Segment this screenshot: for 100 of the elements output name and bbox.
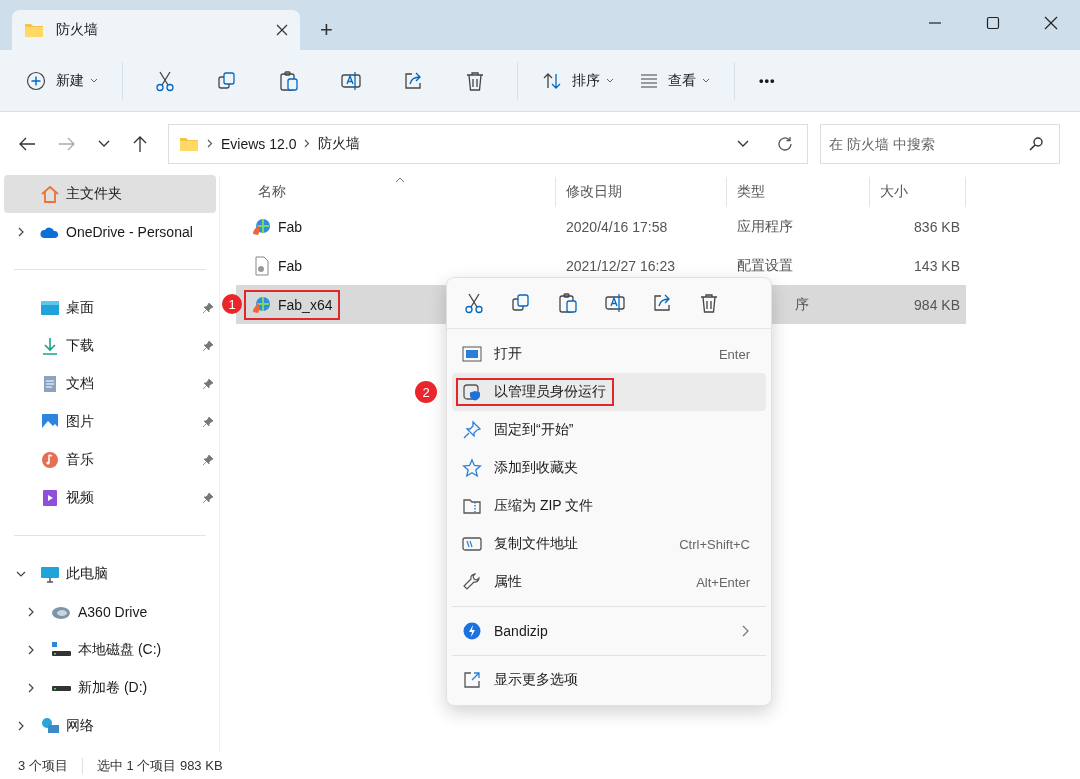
file-row[interactable]: Fab 2020/4/16 17:58 应用程序 836 KB: [236, 207, 966, 246]
menu-item[interactable]: 固定到“开始”: [452, 411, 766, 449]
window-icon: [462, 344, 482, 364]
sidebar-item[interactable]: OneDrive - Personal: [4, 213, 216, 251]
sidebar-item[interactable]: 音乐: [4, 441, 216, 479]
breadcrumb[interactable]: Eviews 12.0: [221, 135, 297, 152]
table-cell-text: 2020/4/16 17:58: [565, 218, 669, 235]
sidebar-item[interactable]: 文档: [4, 365, 216, 403]
tab-title: 防火墙: [56, 21, 99, 39]
sidebar-item[interactable]: 主文件夹: [4, 175, 216, 213]
pin-icon: [462, 420, 482, 440]
copy-icon[interactable]: [510, 292, 532, 314]
chevron-down-icon[interactable]: [98, 139, 110, 148]
menu-label: 复制文件地址: [494, 535, 578, 553]
sidebar-item[interactable]: 桌面: [4, 289, 216, 327]
globe-app-icon: [252, 294, 272, 315]
shortcut-text: Alt+Enter: [696, 574, 750, 590]
menu-label: 显示更多选项: [494, 671, 578, 689]
breadcrumb[interactable]: 防火墙: [318, 134, 361, 153]
search-icon: [1028, 135, 1044, 152]
chevron-down-icon[interactable]: [737, 139, 749, 148]
trash-icon[interactable]: [698, 292, 720, 314]
menu-item[interactable]: 显示更多选项: [452, 661, 766, 699]
wrench-icon: [462, 572, 482, 592]
shortcut-text: Ctrl+Shift+C: [679, 536, 750, 552]
sort-caret-icon: [395, 177, 405, 183]
column-header[interactable]: 名称: [236, 177, 556, 207]
maximize-icon[interactable]: [986, 16, 1000, 30]
scissors-icon[interactable]: [154, 69, 176, 92]
up-arrow-icon[interactable]: [132, 134, 148, 153]
sidebar-item[interactable]: A360 Drive: [4, 593, 216, 631]
address-bar[interactable]: Eviews 12.0 防火墙: [168, 123, 808, 164]
table-cell-text: 984 KB: [913, 296, 961, 313]
shield-icon: [462, 382, 482, 402]
back-arrow-icon[interactable]: [18, 135, 36, 152]
step-number: 1: [222, 294, 242, 314]
sidebar-label: 音乐: [66, 451, 95, 469]
sidebar-item[interactable]: 网络: [4, 707, 216, 745]
caret-icon: [606, 78, 614, 83]
sidebar-label: OneDrive - Personal: [66, 224, 194, 240]
folder-icon: [24, 22, 44, 38]
menu-item[interactable]: 以管理员身份运行: [452, 373, 766, 411]
more-button[interactable]: •••: [749, 67, 786, 94]
sidebar-label: 下载: [66, 337, 95, 355]
menu-item[interactable]: Bandizip: [452, 612, 766, 650]
column-header[interactable]: 大小: [870, 177, 966, 207]
folder-icon: [179, 135, 199, 152]
view-button[interactable]: 查看: [630, 65, 720, 96]
menu-item[interactable]: 压缩为 ZIP 文件: [452, 487, 766, 525]
chevron-icon: [304, 139, 311, 148]
lightning-icon: [462, 621, 482, 641]
sidebar-label: 此电脑: [66, 565, 109, 583]
new-button[interactable]: 新建: [16, 64, 108, 97]
sidebar-item[interactable]: 视频: [4, 479, 216, 517]
file-row[interactable]: Fab 2021/12/27 16:23 配置设置 143 KB: [236, 246, 966, 285]
paste-icon[interactable]: [557, 292, 579, 314]
file-name: Fab: [278, 257, 303, 274]
menu-item[interactable]: 添加到收藏夹: [452, 449, 766, 487]
table-cell-text: 836 KB: [913, 218, 961, 235]
paste-icon[interactable]: [278, 69, 300, 92]
plus-circle-icon: [26, 70, 46, 91]
menu-label: 属性: [494, 573, 522, 591]
menu-item[interactable]: 属性 Alt+Enter: [452, 563, 766, 601]
sidebar-item[interactable]: 本地磁盘 (C:): [4, 631, 216, 669]
new-tab-button[interactable]: +: [314, 10, 339, 50]
sidebar-item[interactable]: 此电脑: [4, 555, 216, 593]
sidebar-label: A360 Drive: [78, 604, 149, 620]
caret-icon: [702, 78, 710, 83]
path-icon: [462, 534, 482, 554]
sidebar-label: 主文件夹: [66, 185, 123, 203]
scissors-icon[interactable]: [463, 292, 485, 314]
sidebar-label: 新加卷 (D:): [78, 679, 149, 697]
trash-icon[interactable]: [464, 69, 486, 92]
sidebar-label: 视频: [66, 489, 95, 507]
rename-icon[interactable]: [604, 292, 626, 314]
external-icon: [462, 670, 482, 690]
close-icon[interactable]: [1044, 16, 1058, 30]
sidebar-item[interactable]: 下载: [4, 327, 216, 365]
caret-icon: [90, 78, 98, 83]
menu-item[interactable]: 打开 Enter: [452, 335, 766, 373]
menu-label: Bandizip: [494, 623, 548, 639]
copy-icon[interactable]: [216, 69, 238, 92]
sort-button[interactable]: 排序: [532, 64, 624, 97]
rename-icon[interactable]: [340, 69, 362, 92]
desktop-icon: [40, 298, 60, 318]
selection-info: 选中 1 个项目 983 KB: [96, 757, 223, 775]
column-header[interactable]: 修改日期: [556, 177, 727, 207]
column-header[interactable]: 类型: [727, 177, 870, 207]
file-name: Fab_x64: [278, 296, 333, 313]
folder-tab[interactable]: 防火墙: [12, 10, 300, 50]
refresh-icon[interactable]: [777, 135, 793, 152]
sidebar-item[interactable]: 图片: [4, 403, 216, 441]
sidebar-item[interactable]: 新加卷 (D:): [4, 669, 216, 707]
zip-folder-icon: [462, 496, 482, 516]
menu-item[interactable]: 复制文件地址 Ctrl+Shift+C: [452, 525, 766, 563]
search-field[interactable]: 在 防火墙 中搜索: [820, 123, 1060, 164]
share-icon[interactable]: [651, 292, 673, 314]
table-cell-text: 应用程序: [736, 217, 794, 236]
close-icon[interactable]: [276, 24, 288, 36]
globe-app-icon: [252, 216, 272, 237]
